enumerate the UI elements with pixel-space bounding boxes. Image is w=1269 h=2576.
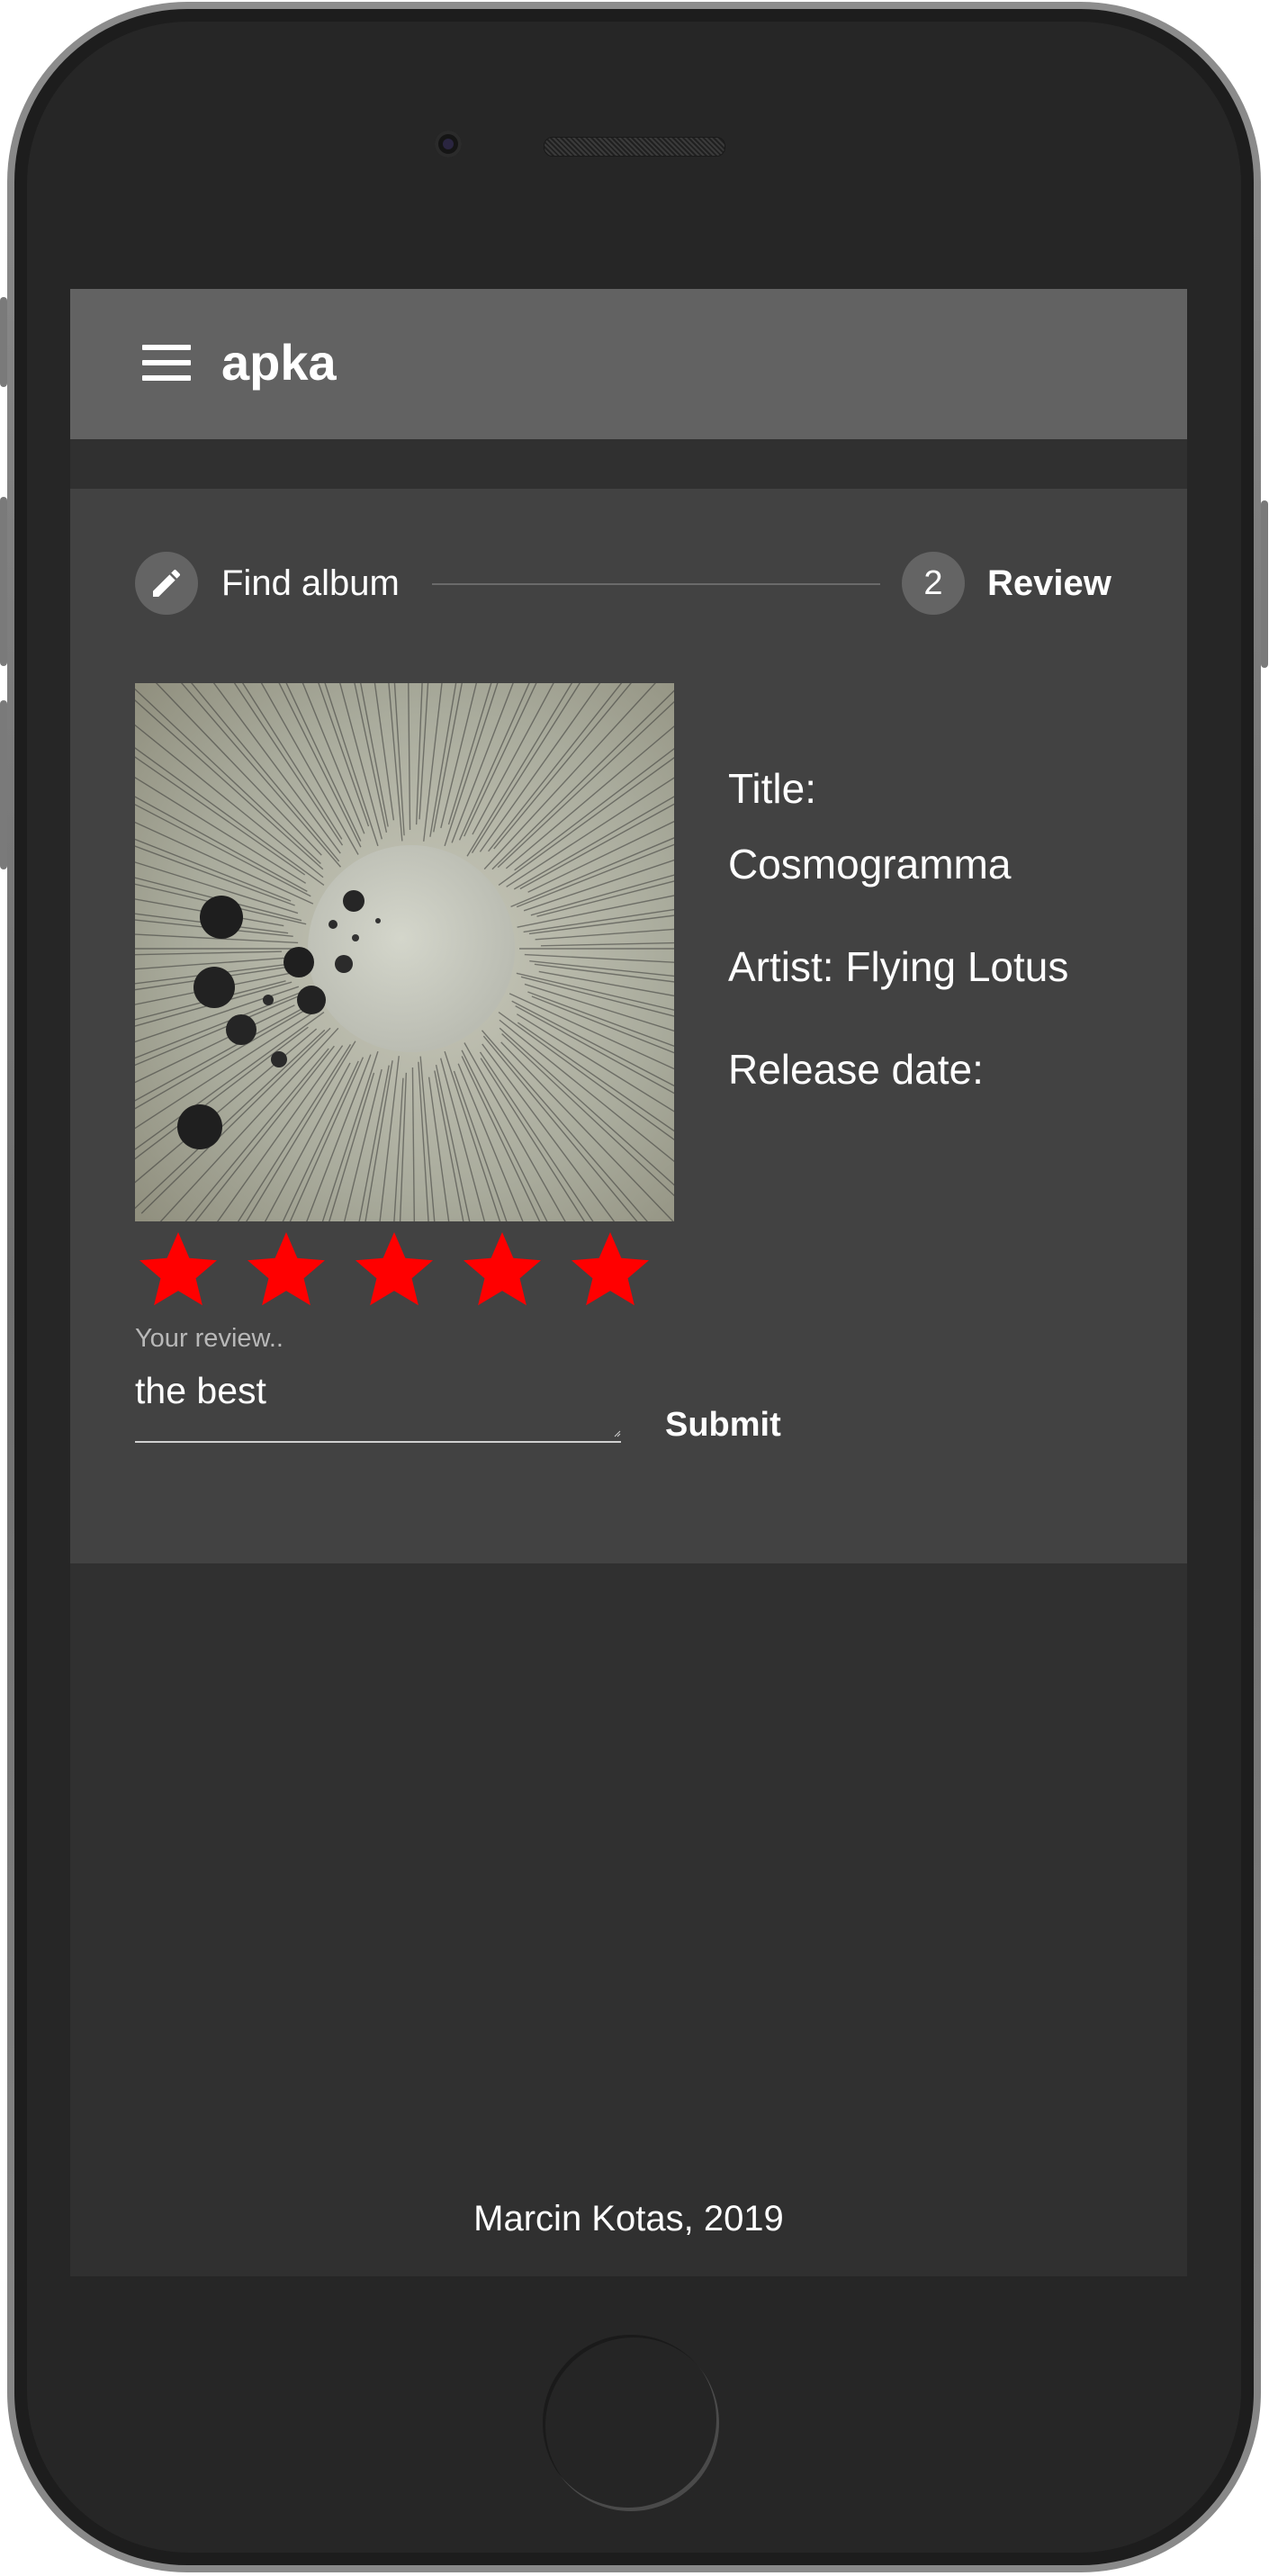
star-icon[interactable]	[567, 1227, 653, 1313]
review-input-value: the best	[135, 1370, 266, 1411]
album-cover-image	[135, 683, 674, 1221]
step-review-label[interactable]: Review	[987, 562, 1112, 605]
home-button[interactable]	[543, 2335, 719, 2511]
stepper: Find album 2 Review	[135, 552, 1125, 615]
star-icon[interactable]	[351, 1227, 437, 1313]
album-release-date: Release date:	[728, 1046, 984, 1093]
volume-down-button	[0, 700, 7, 869]
star-icon[interactable]	[459, 1227, 545, 1313]
album-title-value: Cosmogramma	[728, 841, 1012, 887]
menu-icon[interactable]	[142, 345, 191, 381]
album-title-label: Title:	[728, 765, 816, 812]
album-info: Title: Cosmogramma Artist: Flying Lotus …	[728, 751, 1142, 1107]
front-camera	[435, 131, 462, 158]
review-card: Find album 2 Review Title: Cosmogramma A…	[70, 489, 1187, 1563]
step-find-album-indicator[interactable]	[135, 552, 198, 615]
stepper-connector	[432, 583, 880, 585]
review-input[interactable]: the best	[135, 1362, 621, 1443]
step-review-number: 2	[923, 563, 943, 602]
star-rating[interactable]	[135, 1227, 675, 1312]
volume-up-button	[0, 497, 7, 666]
app-bar: apka	[70, 289, 1187, 439]
footer-credit: Marcin Kotas, 2019	[473, 2199, 784, 2238]
star-icon[interactable]	[243, 1227, 329, 1313]
app-screen: apka Find album 2 Review Title: Cosmogra…	[70, 289, 1187, 2276]
step-find-album-label[interactable]: Find album	[221, 562, 400, 605]
star-icon[interactable]	[135, 1227, 221, 1313]
pencil-icon	[153, 569, 181, 597]
app-title: apka	[221, 334, 337, 391]
power-button	[1261, 500, 1268, 668]
submit-button[interactable]: Submit	[638, 1389, 808, 1461]
resize-handle-icon[interactable]	[614, 1430, 621, 1437]
review-field-label: Your review..	[135, 1324, 284, 1353]
earpiece-speaker	[544, 137, 725, 157]
step-review-indicator[interactable]: 2	[902, 552, 965, 615]
album-artist: Artist: Flying Lotus	[728, 943, 1069, 990]
mute-switch	[0, 297, 7, 387]
